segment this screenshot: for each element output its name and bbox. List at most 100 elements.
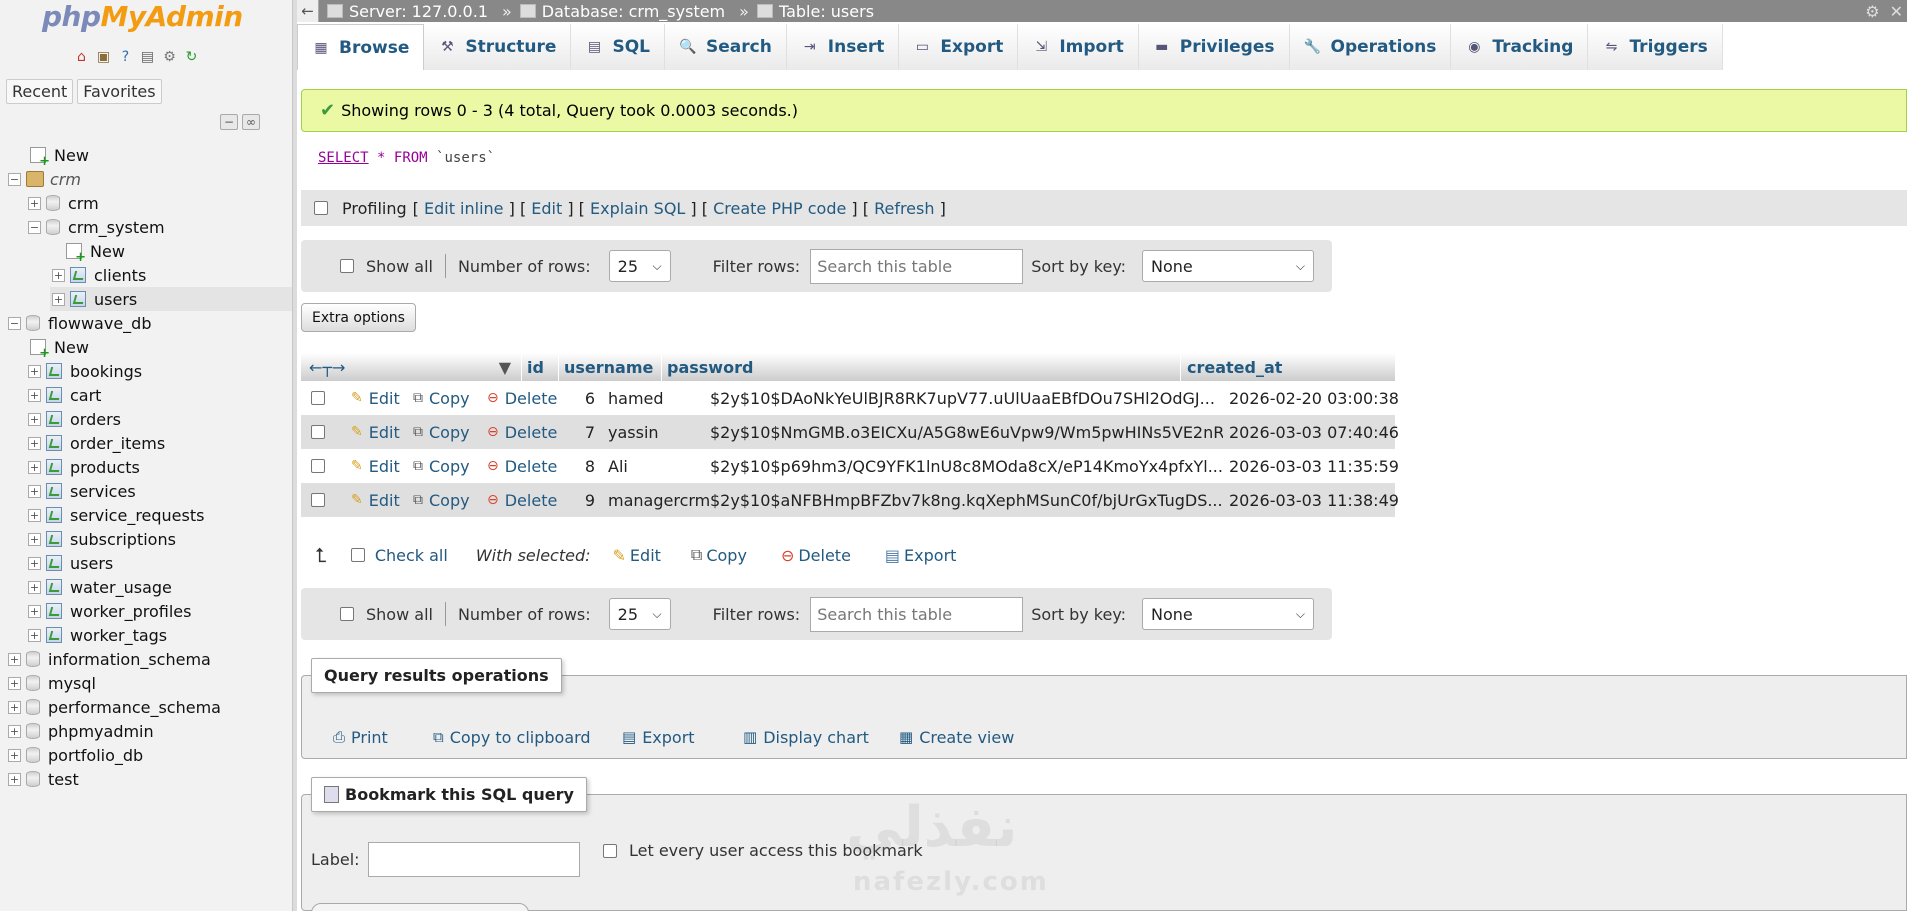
row-delete-button[interactable]: ⊖ Delete bbox=[483, 457, 563, 476]
breadcrumb-table[interactable]: Table: users bbox=[756, 2, 874, 21]
sidebar-item-new[interactable]: New bbox=[30, 335, 89, 361]
recent-tab[interactable]: Recent bbox=[6, 79, 74, 104]
profiling-link-explain-sql[interactable]: Explain SQL bbox=[590, 199, 685, 218]
rows-select[interactable]: 25 ⌵ bbox=[608, 598, 671, 630]
collapse-icon[interactable]: − bbox=[28, 220, 41, 234]
expand-icon[interactable]: + bbox=[28, 508, 41, 522]
tab-structure[interactable]: ⚒ Structure bbox=[424, 24, 572, 70]
sidebar-item-phpmyadmin[interactable]: + phpmyadmin bbox=[8, 719, 154, 743]
tab-triggers[interactable]: ⇋ Triggers bbox=[1588, 24, 1723, 70]
bookmark-label-input[interactable] bbox=[368, 842, 580, 877]
profiling-link-create-php-code[interactable]: Create PHP code bbox=[713, 199, 846, 218]
expand-icon[interactable]: + bbox=[8, 676, 21, 690]
expand-icon[interactable]: + bbox=[28, 436, 41, 450]
expand-icon[interactable]: + bbox=[8, 772, 21, 786]
sidebar-item-services[interactable]: + services bbox=[28, 479, 136, 503]
rows-select[interactable]: 25 ⌵ bbox=[608, 250, 671, 282]
sidebar-item-information-schema[interactable]: + information_schema bbox=[8, 647, 211, 671]
breadcrumb-server[interactable]: Server: 127.0.0.1 bbox=[327, 2, 488, 21]
sidebar-item-crm-system[interactable]: − crm_system bbox=[28, 215, 165, 239]
home-icon[interactable]: ⌂ bbox=[72, 47, 91, 66]
sidebar-item-worker-profiles[interactable]: + worker_profiles bbox=[28, 599, 191, 623]
bulk-edit-button[interactable]: ✎ Edit bbox=[613, 546, 661, 565]
docs-icon[interactable]: ▤ bbox=[138, 47, 157, 66]
expand-icon[interactable]: + bbox=[52, 268, 65, 282]
sidebar-item-mysql[interactable]: + mysql bbox=[8, 671, 96, 695]
sort-select[interactable]: None ⌵ bbox=[1142, 598, 1315, 630]
expand-icon[interactable]: + bbox=[28, 556, 41, 570]
row-copy-button[interactable]: ⧉ Copy bbox=[405, 423, 483, 442]
sidebar-item-new[interactable]: New bbox=[30, 143, 89, 169]
row-copy-button[interactable]: ⧉ Copy bbox=[405, 457, 483, 476]
sidebar-item-orders[interactable]: + orders bbox=[28, 407, 121, 431]
expand-icon[interactable]: + bbox=[8, 652, 21, 666]
row-edit-button[interactable]: ✎ Edit bbox=[335, 457, 405, 476]
sidebar-item-crm[interactable]: − crm bbox=[8, 167, 81, 191]
filter-rows-input[interactable]: Search this table bbox=[810, 596, 1024, 632]
expand-icon[interactable]: + bbox=[28, 412, 41, 426]
column-resize-controls[interactable]: ←┬→ ▼ bbox=[301, 358, 521, 377]
column-header-password[interactable]: password bbox=[662, 358, 1180, 377]
page-settings-icon[interactable]: ⚙ bbox=[1865, 2, 1879, 21]
expand-icon[interactable]: + bbox=[28, 196, 41, 210]
bookmark-submit-button[interactable] bbox=[311, 903, 529, 911]
sidebar-item-portfolio-db[interactable]: + portfolio_db bbox=[8, 743, 143, 767]
show-all-checkbox[interactable] bbox=[340, 607, 354, 621]
bulk-export-button[interactable]: ▤ Export bbox=[885, 546, 957, 565]
sidebar-item-subscriptions[interactable]: + subscriptions bbox=[28, 527, 176, 551]
sidebar-resizer[interactable] bbox=[292, 0, 297, 911]
sidebar-item-flowwave-db[interactable]: − flowwave_db bbox=[8, 311, 151, 335]
row-delete-button[interactable]: ⊖ Delete bbox=[483, 491, 563, 510]
row-checkbox[interactable] bbox=[311, 425, 325, 439]
expand-icon[interactable]: − bbox=[8, 172, 21, 186]
tab-search[interactable]: 🔍 Search bbox=[664, 24, 787, 70]
row-delete-button[interactable]: ⊖ Delete bbox=[483, 389, 563, 408]
column-header-username[interactable]: username bbox=[559, 358, 661, 377]
column-header-id[interactable]: id bbox=[522, 358, 558, 377]
tab-operations[interactable]: 🔧 Operations bbox=[1289, 24, 1452, 70]
expand-icon[interactable]: + bbox=[52, 292, 65, 306]
row-copy-button[interactable]: ⧉ Copy bbox=[405, 389, 483, 408]
close-icon[interactable]: ✕ bbox=[1890, 2, 1903, 21]
tab-export[interactable]: ▭ Export bbox=[899, 24, 1019, 70]
row-delete-button[interactable]: ⊖ Delete bbox=[483, 423, 563, 442]
sidebar-item-users[interactable]: + users bbox=[50, 287, 292, 311]
op-create-view-button[interactable]: ▦ Create view bbox=[887, 721, 1027, 753]
show-all-checkbox[interactable] bbox=[340, 259, 354, 273]
expand-icon[interactable]: + bbox=[28, 364, 41, 378]
settings-icon[interactable]: ⚙ bbox=[160, 47, 179, 66]
row-edit-button[interactable]: ✎ Edit bbox=[335, 491, 405, 510]
profiling-link-edit[interactable]: Edit bbox=[531, 199, 562, 218]
reload-icon[interactable]: ↻ bbox=[182, 47, 201, 66]
column-visibility-icon[interactable]: ▼ bbox=[499, 358, 511, 377]
row-edit-button[interactable]: ✎ Edit bbox=[335, 423, 405, 442]
sidebar-item-bookings[interactable]: + bookings bbox=[28, 359, 142, 383]
sql-keyword-select[interactable]: SELECT bbox=[318, 150, 369, 166]
sidebar-item-new[interactable]: New bbox=[66, 239, 125, 265]
op-print-button[interactable]: ⎙ Print bbox=[321, 721, 400, 753]
expand-icon[interactable]: + bbox=[28, 628, 41, 642]
expand-icon[interactable]: + bbox=[8, 700, 21, 714]
breadcrumb-database[interactable]: Database: crm_system bbox=[519, 2, 725, 21]
sidebar-item-performance-schema[interactable]: + performance_schema bbox=[8, 695, 221, 719]
expand-icon[interactable]: + bbox=[28, 580, 41, 594]
extra-options-button[interactable]: Extra options bbox=[301, 303, 416, 332]
sidebar-item-water-usage[interactable]: + water_usage bbox=[28, 575, 172, 599]
op-display-chart-button[interactable]: ▥ Display chart bbox=[731, 721, 881, 753]
sidebar-item-order-items[interactable]: + order_items bbox=[28, 431, 165, 455]
check-all-link[interactable]: Check all bbox=[375, 546, 448, 565]
exit-icon[interactable]: ▣ bbox=[94, 47, 113, 66]
column-arrows-icon[interactable]: ←┬→ bbox=[309, 358, 345, 377]
expand-icon[interactable]: + bbox=[28, 484, 41, 498]
expand-icon[interactable]: + bbox=[28, 388, 41, 402]
tab-browse[interactable]: ▦ Browse bbox=[297, 24, 425, 70]
expand-icon[interactable]: + bbox=[28, 532, 41, 546]
row-checkbox[interactable] bbox=[311, 493, 325, 507]
sidebar-item-products[interactable]: + products bbox=[28, 455, 140, 479]
column-header-created-at[interactable]: created_at bbox=[1181, 358, 1343, 377]
tab-import[interactable]: ⇲ Import bbox=[1018, 24, 1139, 70]
sidebar-item-worker-tags[interactable]: + worker_tags bbox=[28, 623, 167, 647]
tab-tracking[interactable]: ◉ Tracking bbox=[1451, 24, 1589, 70]
profiling-checkbox[interactable] bbox=[314, 201, 328, 215]
phpmyadmin-logo[interactable]: phpMyAdmin bbox=[42, 0, 243, 33]
